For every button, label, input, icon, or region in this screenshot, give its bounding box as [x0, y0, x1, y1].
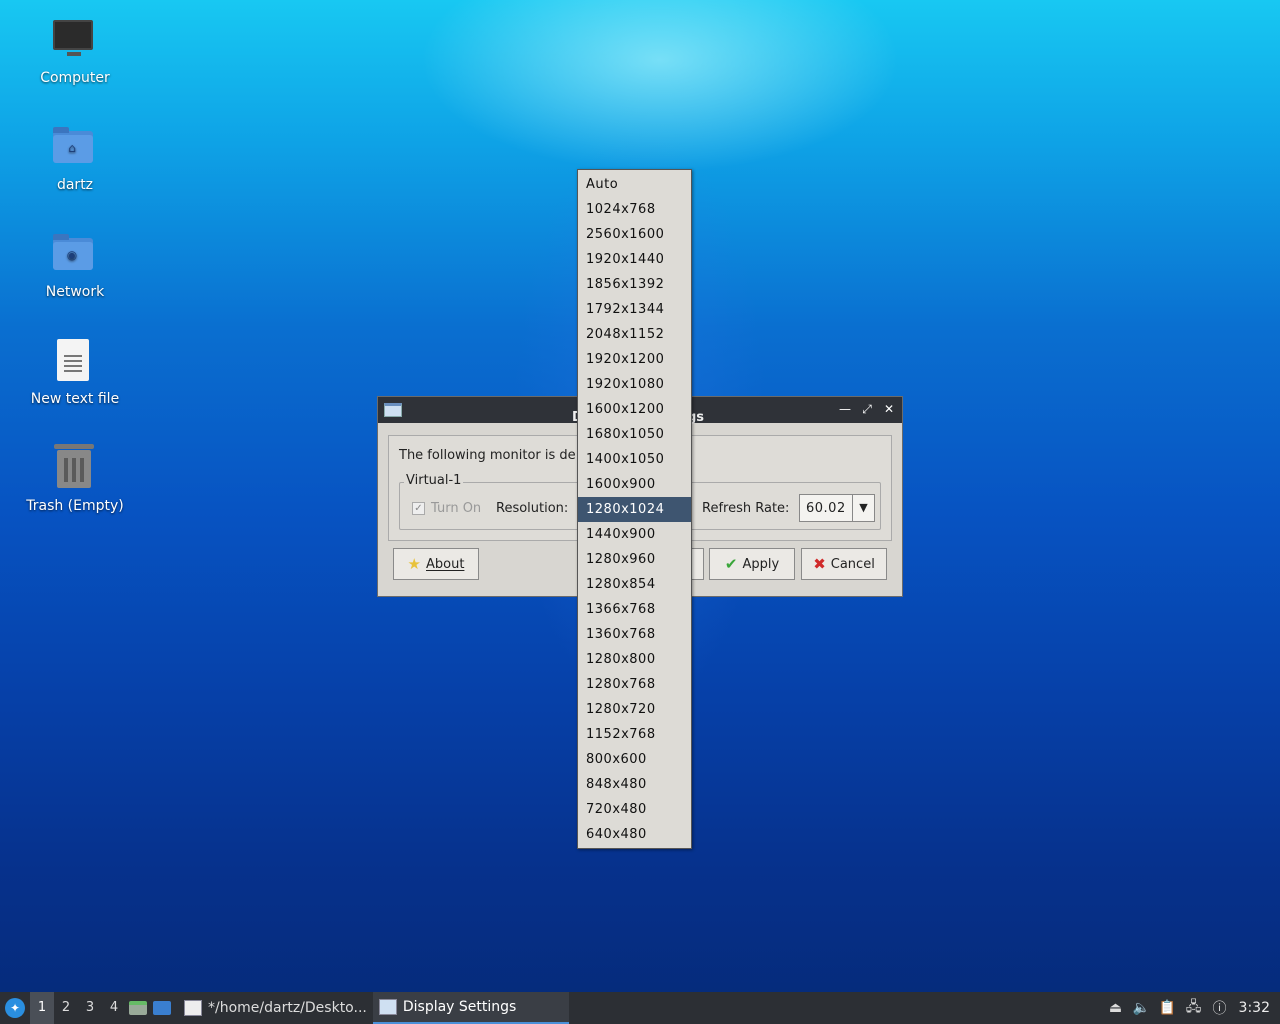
refresh-rate-label: Refresh Rate:: [702, 501, 790, 516]
resolution-option[interactable]: 1280x800: [578, 647, 691, 672]
start-menu-button[interactable]: ✦: [0, 992, 30, 1024]
home-folder-icon: ⌂: [51, 123, 99, 171]
task-text-editor[interactable]: */home/dartz/Deskto...: [178, 992, 373, 1024]
show-desktop-icon: [153, 1001, 171, 1015]
resolution-option[interactable]: 2048x1152: [578, 322, 691, 347]
resolution-option[interactable]: 1600x1200: [578, 397, 691, 422]
desktop-icon-label: Computer: [40, 70, 110, 86]
window-icon: [378, 999, 397, 1015]
task-display-settings[interactable]: Display Settings: [372, 992, 569, 1024]
resolution-option[interactable]: 720x480: [578, 797, 691, 822]
resolution-option[interactable]: 848x480: [578, 772, 691, 797]
refresh-rate-value: 60.02: [806, 500, 846, 516]
desktop-icon-network[interactable]: ◉ Network: [20, 230, 130, 320]
desktop-icon-label: New text file: [30, 391, 120, 407]
chevron-down-icon[interactable]: ▼: [852, 495, 874, 521]
resolution-option[interactable]: Auto: [578, 172, 691, 197]
desktop-icon-trash[interactable]: Trash (Empty): [20, 444, 130, 534]
apply-button[interactable]: ✔ Apply: [709, 548, 795, 580]
resolution-option[interactable]: 1856x1392: [578, 272, 691, 297]
resolution-option[interactable]: 1280x720: [578, 697, 691, 722]
text-file-icon: [51, 337, 99, 385]
desktop-icon-text-file[interactable]: New text file: [20, 337, 130, 427]
trash-icon: [51, 444, 99, 492]
minimize-icon[interactable]: —: [838, 401, 852, 417]
workspace-4[interactable]: 4: [102, 992, 126, 1024]
resolution-option[interactable]: 1920x1440: [578, 247, 691, 272]
notification-icon[interactable]: ⓘ: [1207, 992, 1233, 1024]
resolution-option[interactable]: 1920x1200: [578, 347, 691, 372]
resolution-option[interactable]: 1366x768: [578, 597, 691, 622]
resolution-option[interactable]: 1024x768: [578, 197, 691, 222]
resolution-option[interactable]: 1440x900: [578, 522, 691, 547]
network-folder-icon: ◉: [51, 230, 99, 278]
maximize-icon[interactable]: ⤢: [860, 401, 874, 417]
dialog-message: The following monitor is de: [399, 448, 576, 463]
show-desktop-launcher[interactable]: [150, 992, 174, 1024]
system-tray: ⏏ 🔈 📋 🖧 ⓘ 3:32: [1103, 992, 1280, 1024]
resolution-option[interactable]: 1152x768: [578, 722, 691, 747]
turn-on-checkbox[interactable]: ✓ Turn On: [412, 501, 481, 516]
resolution-option[interactable]: 800x600: [578, 747, 691, 772]
window-icon: [384, 403, 402, 417]
resolution-option[interactable]: 1280x960: [578, 547, 691, 572]
app-menu-icon: ✦: [5, 998, 25, 1018]
resolution-option[interactable]: 1600x900: [578, 472, 691, 497]
clock[interactable]: 3:32: [1233, 1000, 1280, 1016]
workspace-2[interactable]: 2: [54, 992, 78, 1024]
network-icon[interactable]: 🖧: [1181, 992, 1207, 1024]
close-icon[interactable]: ✕: [882, 401, 896, 417]
cancel-button[interactable]: ✖ Cancel: [801, 548, 887, 580]
eject-icon[interactable]: ⏏: [1103, 992, 1129, 1024]
workspace-3[interactable]: 3: [78, 992, 102, 1024]
checkmark-icon: ✔: [724, 555, 738, 573]
file-manager-icon: [129, 1001, 147, 1015]
resolution-label: Resolution:: [496, 501, 569, 516]
computer-icon: [51, 16, 99, 64]
resolution-option[interactable]: 1280x1024: [578, 497, 691, 522]
volume-icon[interactable]: 🔈: [1129, 992, 1155, 1024]
monitor-name: Virtual-1: [404, 473, 464, 488]
checkbox-icon: ✓: [412, 502, 425, 515]
cancel-icon: ✖: [813, 555, 826, 573]
resolution-option[interactable]: 1920x1080: [578, 372, 691, 397]
resolution-option[interactable]: 1280x854: [578, 572, 691, 597]
star-icon: ★: [407, 555, 421, 573]
resolution-option[interactable]: 1792x1344: [578, 297, 691, 322]
desktop-icon-label: dartz: [56, 177, 94, 193]
turn-on-label: Turn On: [431, 501, 482, 516]
file-manager-launcher[interactable]: [126, 992, 150, 1024]
resolution-option[interactable]: 1400x1050: [578, 447, 691, 472]
resolution-dropdown-list[interactable]: Auto 1024x768 2560x1600 1920x1440 1856x1392 1…: [577, 169, 692, 849]
resolution-option[interactable]: 1360x768: [578, 622, 691, 647]
desktop-icon-label: Network: [45, 284, 105, 300]
text-editor-icon: [184, 1000, 202, 1016]
refresh-rate-select[interactable]: 60.02 ▼: [799, 494, 875, 522]
desktop-icon-computer[interactable]: Computer: [20, 16, 130, 106]
clipboard-icon[interactable]: 📋: [1155, 992, 1181, 1024]
resolution-option[interactable]: 1280x768: [578, 672, 691, 697]
resolution-option[interactable]: 2560x1600: [578, 222, 691, 247]
resolution-option[interactable]: 1680x1050: [578, 422, 691, 447]
desktop-icon-label: Trash (Empty): [26, 498, 124, 514]
taskbar: ✦ 1 2 3 4 */home/dartz/Deskto... Display…: [0, 992, 1280, 1024]
about-button[interactable]: ★ About: [393, 548, 479, 580]
desktop-icon-home[interactable]: ⌂ dartz: [20, 123, 130, 213]
workspace-1[interactable]: 1: [30, 992, 54, 1024]
resolution-option[interactable]: 640x480: [578, 822, 691, 847]
